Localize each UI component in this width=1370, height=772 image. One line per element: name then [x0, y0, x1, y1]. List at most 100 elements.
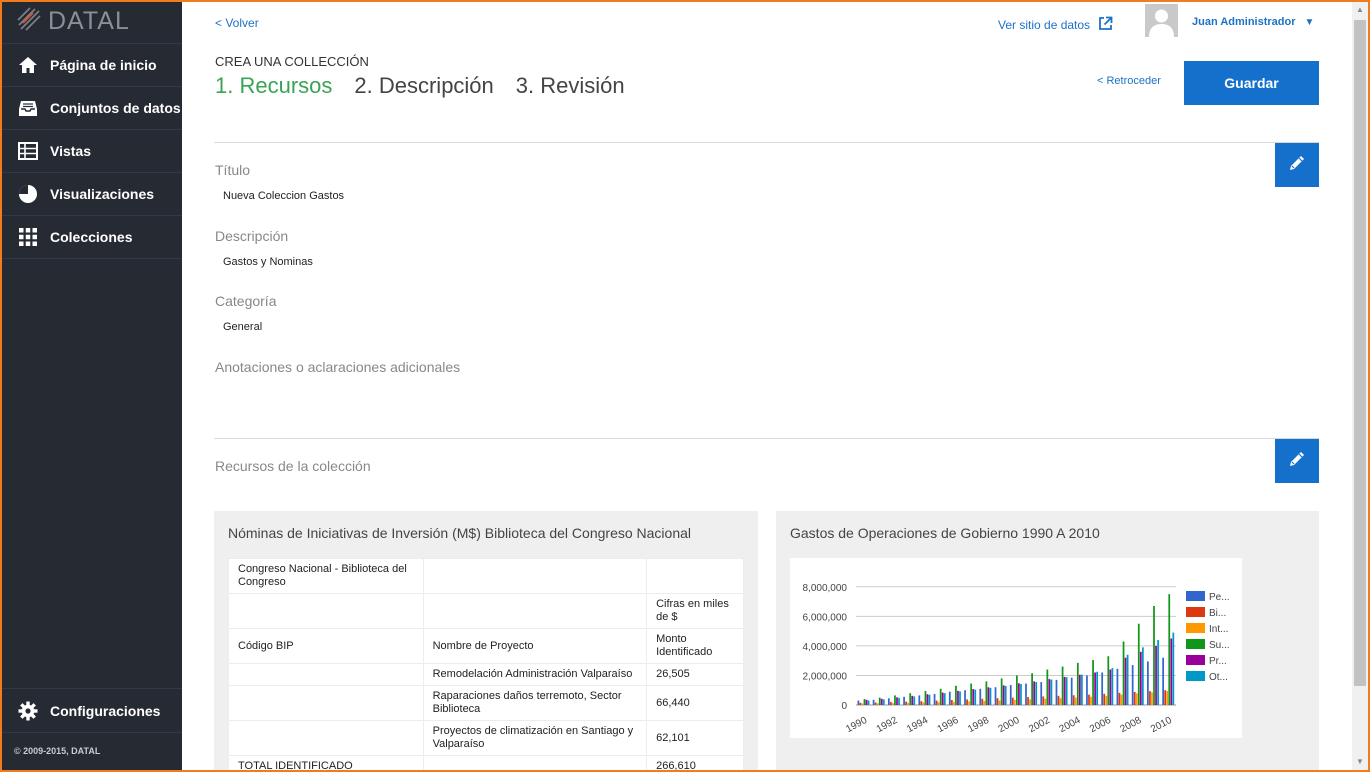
- sidebar-item-settings[interactable]: Configuraciones: [0, 689, 182, 733]
- bar-chart: 0 2,000,000 4,000,000 6,000,000 8,000,000 199…: [803, 583, 1230, 735]
- bar: [907, 702, 910, 705]
- table-cell: [422, 558, 648, 594]
- bar: [1055, 679, 1058, 705]
- category-value: General: [223, 321, 263, 333]
- bar: [1109, 669, 1112, 705]
- bar: [1004, 685, 1007, 705]
- bar: [892, 703, 894, 705]
- scrollbar-thumb[interactable]: [1354, 20, 1366, 686]
- avatar[interactable]: [1145, 4, 1178, 37]
- bar: [1147, 661, 1149, 705]
- bar: [905, 701, 907, 705]
- bar: [1088, 694, 1090, 705]
- bar: [863, 699, 866, 705]
- legend-label: Int...: [1209, 624, 1228, 635]
- bar: [1166, 690, 1169, 705]
- legend-swatch: [1186, 591, 1205, 601]
- bar: [979, 688, 982, 705]
- back-link[interactable]: < Volver: [215, 16, 259, 30]
- bar: [1059, 698, 1062, 705]
- sidebar-item-home[interactable]: Página de inicio: [0, 44, 182, 87]
- wizard-steps: 1. Recursos 2. Descripción 3. Revisión: [215, 73, 647, 99]
- bar: [1151, 692, 1153, 705]
- main-content: < Volver Ver sitio de datos Juan Adminis…: [182, 0, 1352, 772]
- sidebar-item-views[interactable]: Vistas: [0, 130, 182, 173]
- resources-label: Recursos de la colección: [215, 458, 371, 474]
- scroll-up-arrow-icon[interactable]: ▲: [1352, 2, 1368, 18]
- bar: [1137, 623, 1140, 705]
- legend-label: Pr...: [1209, 656, 1227, 667]
- table-row: Código BIP Nombre de Proyecto Monto Identi…: [228, 628, 744, 664]
- sidebar-item-datasets[interactable]: Conjuntos de datos: [0, 87, 182, 130]
- bar: [1149, 691, 1151, 705]
- edit-details-button[interactable]: [1275, 143, 1319, 187]
- bar: [948, 691, 951, 705]
- view-data-site-link[interactable]: Ver sitio de datos: [998, 16, 1113, 34]
- resource-card-table[interactable]: Nóminas de Iniciativas de Inversión (M$)…: [214, 511, 758, 772]
- step-review[interactable]: 3. Revisión: [516, 73, 625, 99]
- bar: [974, 689, 977, 705]
- legend-swatch: [1186, 607, 1205, 617]
- table-cell: [228, 720, 424, 756]
- table-row: Raparaciones daños terremoto, Sector Bib…: [228, 685, 744, 721]
- bar: [1101, 672, 1104, 705]
- bar: [924, 690, 927, 705]
- bar: [911, 695, 914, 705]
- legend-swatch: [1186, 655, 1205, 665]
- sidebar-item-label: Vistas: [50, 143, 91, 159]
- save-button[interactable]: Guardar: [1184, 61, 1319, 105]
- scrollbar[interactable]: ▲ ▼: [1352, 2, 1368, 770]
- sidebar-item-collections[interactable]: Colecciones: [0, 216, 182, 259]
- bar: [1078, 674, 1081, 705]
- bar: [959, 691, 961, 705]
- bar: [920, 701, 923, 705]
- bar: [882, 699, 885, 705]
- view-data-site-label: Ver sitio de datos: [998, 18, 1091, 32]
- bar: [1020, 684, 1022, 705]
- bar: [867, 700, 870, 705]
- bar: [1046, 669, 1049, 705]
- bar: [983, 701, 986, 705]
- scroll-down-arrow-icon[interactable]: ▼: [1352, 754, 1368, 770]
- legend-swatch: [1186, 671, 1205, 681]
- table-cell: Cifras en miles de $: [646, 593, 744, 629]
- bar: [1050, 679, 1053, 705]
- bar: [981, 698, 984, 705]
- sidebar-item-label: Conjuntos de datos: [50, 100, 181, 116]
- divider: [214, 142, 1319, 143]
- bar: [1141, 647, 1144, 705]
- bar: [1033, 681, 1036, 705]
- step-description[interactable]: 2. Descripción: [354, 73, 493, 99]
- edit-resources-button[interactable]: [1275, 439, 1319, 483]
- table-cell: 62,101: [646, 720, 744, 756]
- chart-container: 0 2,000,000 4,000,000 6,000,000 8,000,000 199…: [790, 558, 1242, 738]
- bar: [1070, 677, 1073, 705]
- bar: [878, 697, 881, 705]
- step-resources[interactable]: 1. Recursos: [215, 73, 332, 99]
- brand[interactable]: DATAL: [0, 0, 182, 44]
- sidebar-item-visualizations[interactable]: Visualizaciones: [0, 173, 182, 216]
- bar: [872, 699, 875, 705]
- bar: [933, 693, 936, 705]
- step-back-link[interactable]: < Retroceder: [1097, 75, 1161, 87]
- bar: [953, 701, 955, 705]
- table-row: Congreso Nacional - Biblioteca del Congr…: [228, 558, 744, 594]
- table-cell: 266,610: [646, 755, 744, 772]
- bar: [859, 702, 862, 705]
- table-cell: Congreso Nacional - Biblioteca del Congr…: [228, 558, 424, 594]
- bar: [987, 687, 990, 705]
- resource-card-chart[interactable]: Gastos de Operaciones de Gobierno 1990 A…: [776, 511, 1319, 772]
- user-menu[interactable]: Juan Administrador ▼: [1192, 16, 1314, 28]
- bar: [1139, 651, 1142, 705]
- bar: [1009, 685, 1012, 705]
- table-cell: 26,505: [646, 663, 744, 686]
- bar: [1025, 683, 1027, 705]
- copyright: © 2009-2015, DATAL: [14, 746, 101, 756]
- bar: [1035, 681, 1038, 705]
- table-cell: [228, 593, 424, 629]
- bar: [898, 697, 900, 705]
- home-icon: [17, 54, 39, 76]
- bar: [926, 694, 929, 705]
- bar: [935, 700, 938, 705]
- divider: [214, 438, 1319, 439]
